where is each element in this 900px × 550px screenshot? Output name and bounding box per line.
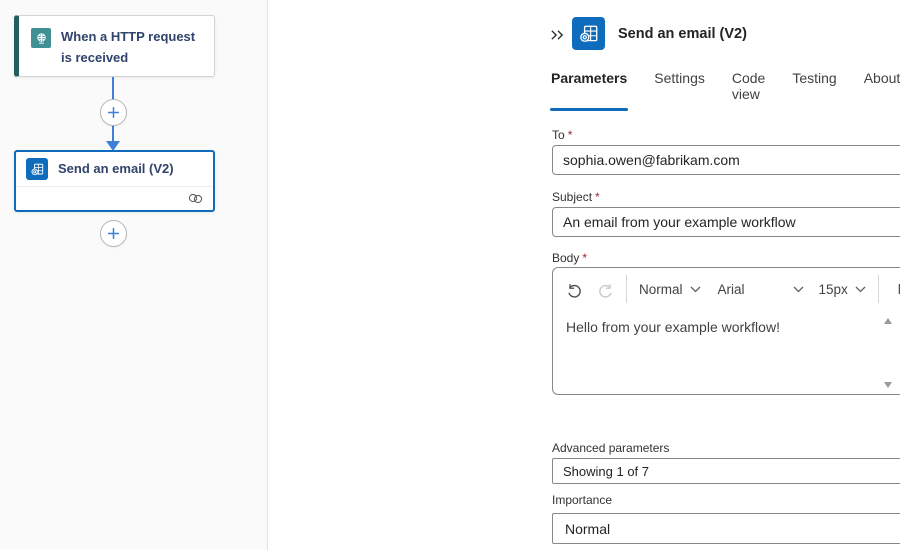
body-label: Body* xyxy=(552,251,587,265)
chevron-down-icon xyxy=(855,286,866,293)
body-rich-text-editor: Normal Arial 15px B I U A xyxy=(552,267,900,395)
undo-button[interactable] xyxy=(566,281,583,298)
required-marker: * xyxy=(595,190,600,204)
tab-about[interactable]: About xyxy=(864,70,900,111)
subject-label: Subject* xyxy=(552,190,600,204)
to-field[interactable] xyxy=(552,145,900,175)
connection-icon xyxy=(187,193,204,204)
panel-title: Send an email (V2) xyxy=(618,26,747,42)
required-marker: * xyxy=(568,128,573,142)
redo-button[interactable] xyxy=(597,281,614,298)
chevron-down-icon xyxy=(690,286,701,293)
panel-tabs: Parameters Settings Code view Testing Ab… xyxy=(551,70,900,111)
tab-code-view[interactable]: Code view xyxy=(732,70,765,111)
advanced-parameters-dropdown[interactable]: Showing 1 of 7 xyxy=(552,458,900,484)
undo-icon xyxy=(566,281,583,298)
outlook-icon xyxy=(572,17,605,50)
workflow-canvas: When a HTTP request is received Send an … xyxy=(0,0,268,550)
to-label: To* xyxy=(552,128,572,142)
paragraph-style-dropdown[interactable]: Normal xyxy=(639,282,701,297)
chevron-down-icon xyxy=(793,286,804,293)
trigger-card-title: When a HTTP request is received xyxy=(61,27,206,69)
redo-icon xyxy=(597,281,614,298)
tab-testing[interactable]: Testing xyxy=(792,70,836,111)
required-marker: * xyxy=(582,251,587,265)
trigger-card-http-request[interactable]: When a HTTP request is received xyxy=(14,15,215,77)
font-size-dropdown[interactable]: 15px xyxy=(819,282,866,297)
action-card-title: Send an email (V2) xyxy=(58,159,174,180)
plus-icon xyxy=(107,227,120,240)
insert-step-button[interactable] xyxy=(100,99,127,126)
add-step-button[interactable] xyxy=(100,220,127,247)
action-details-panel: Send an email (V2) Parameters Settings C… xyxy=(269,0,900,550)
importance-label: Importance xyxy=(552,493,612,507)
importance-dropdown[interactable]: Normal xyxy=(552,513,900,544)
scroll-up-icon[interactable] xyxy=(884,318,892,324)
tab-settings[interactable]: Settings xyxy=(654,70,705,111)
body-field[interactable]: Hello from your example workflow! xyxy=(553,310,900,344)
tab-parameters[interactable]: Parameters xyxy=(551,70,627,111)
scroll-down-icon[interactable] xyxy=(884,382,892,388)
subject-field[interactable] xyxy=(552,207,900,237)
plus-icon xyxy=(107,106,120,119)
advanced-parameters-label: Advanced parameters xyxy=(552,441,669,455)
double-chevron-right-icon xyxy=(550,28,565,42)
collapse-panel-button[interactable] xyxy=(546,24,568,46)
http-request-icon xyxy=(31,28,51,48)
action-card-send-email[interactable]: Send an email (V2) xyxy=(14,150,215,212)
font-family-dropdown[interactable]: Arial xyxy=(718,282,804,297)
rich-text-toolbar: Normal Arial 15px B I U A xyxy=(553,268,900,310)
outlook-icon xyxy=(26,158,48,180)
